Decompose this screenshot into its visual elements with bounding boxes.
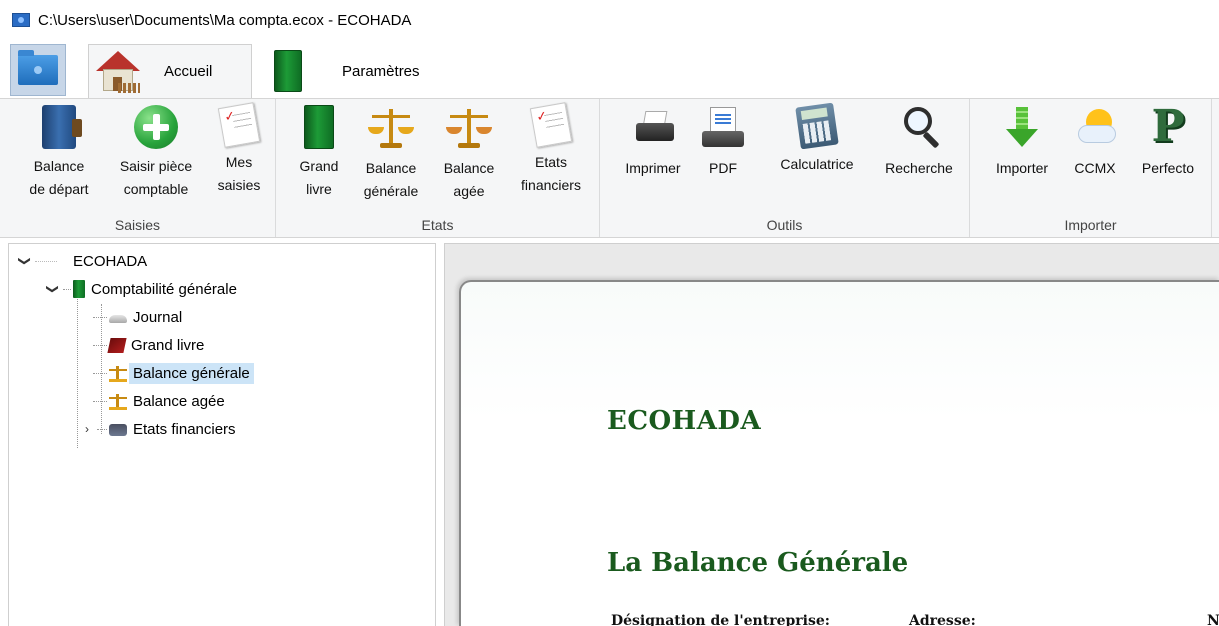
ledger-icon <box>42 105 82 149</box>
group-label-saisies: Saisies <box>114 217 161 233</box>
tree-node-comptabilite[interactable]: ❯ Comptabilité générale <box>46 276 237 302</box>
tree-item-etats-financiers-label: Etats financiers <box>133 420 236 438</box>
tree-item-journal[interactable]: Journal <box>93 304 182 330</box>
chevron-right-icon[interactable]: › <box>81 422 93 436</box>
document-field-cut: N <box>1207 613 1219 626</box>
app-icon <box>12 13 30 27</box>
perfecto-button[interactable]: P Perfecto <box>1128 105 1208 180</box>
printer-icon <box>632 105 674 151</box>
tree-root-label: ECOHADA <box>73 252 148 270</box>
tree-item-balance-agee[interactable]: Balance agée <box>93 388 225 414</box>
document-field-designation: Désignation de l'entreprise: <box>611 613 830 626</box>
scale-icon <box>446 105 492 151</box>
ribbon: Balance de départ Saisir pièce comptable… <box>0 98 1219 238</box>
tab-parametres-label: Paramètres <box>342 62 420 80</box>
tree-root-ecohada[interactable]: ❯ ECOHADA <box>18 248 148 274</box>
magnifier-icon <box>898 105 940 151</box>
chevron-down-icon[interactable]: ❯ <box>46 283 60 295</box>
balance-generale-label: Balance générale <box>363 160 419 199</box>
tab-accueil-label: Accueil <box>164 63 213 80</box>
checklist-icon <box>529 102 573 148</box>
scale-icon <box>368 105 414 151</box>
sun-cloud-icon <box>1074 105 1116 151</box>
calculatrice-label: Calculatrice <box>780 156 854 172</box>
ccmx-button[interactable]: CCMX <box>1064 105 1126 180</box>
calculator-icon <box>795 102 839 150</box>
tab-accueil[interactable]: Accueil <box>88 44 252 98</box>
balance-generale-button[interactable]: Balance générale <box>350 105 432 203</box>
etats-financiers-label: Etats financiers <box>521 154 581 193</box>
tree-item-journal-label: Journal <box>133 308 183 326</box>
grand-livre-label: Grand livre <box>299 158 339 197</box>
tree-item-balance-generale-label: Balance générale <box>129 362 254 384</box>
recherche-button[interactable]: Recherche <box>872 105 966 180</box>
pdf-button[interactable]: PDF <box>700 105 746 180</box>
balance-agee-label: Balance agée <box>443 160 495 199</box>
mes-saisies-button[interactable]: Mes saisies <box>208 102 270 197</box>
green-book-icon <box>274 50 302 92</box>
ribbon-tabs: Accueil Paramètres <box>0 40 1219 98</box>
navigation-tree: ❯ ECOHADA ❯ Comptabilité générale Journa… <box>8 243 436 626</box>
ccmx-label: CCMX <box>1074 160 1116 176</box>
file-menu-button[interactable] <box>10 44 66 96</box>
tree-item-balance-generale[interactable]: Balance générale <box>93 360 254 386</box>
tree-item-etats-financiers[interactable]: › Etats financiers <box>81 416 236 442</box>
checklist-icon <box>217 102 261 148</box>
house-icon <box>94 49 142 95</box>
red-book-icon <box>107 337 127 353</box>
title-bar: C:\Users\user\Documents\Ma compta.ecox -… <box>0 0 1219 40</box>
folder-icon <box>18 50 58 85</box>
perfecto-p-icon: P <box>1151 101 1185 152</box>
chevron-down-icon[interactable]: ❯ <box>18 255 32 267</box>
document-field-address: Adresse: <box>909 613 976 626</box>
saisir-piece-button[interactable]: Saisir pièce comptable <box>104 105 208 201</box>
statements-icon <box>109 424 127 436</box>
group-importer: Importer CCMX P Perfecto Importer <box>970 99 1212 237</box>
tree-item-grand-livre[interactable]: Grand livre <box>93 332 204 358</box>
pdf-label: PDF <box>709 160 737 176</box>
download-arrow-icon <box>1001 105 1043 151</box>
balance-depart-label: Balance de départ <box>29 158 89 197</box>
scale-icon <box>109 365 127 382</box>
tab-parametres[interactable]: Paramètres <box>262 44 462 98</box>
document-page: ECOHADA La Balance Générale Désignation … <box>459 280 1219 626</box>
saisir-piece-label: Saisir pièce comptable <box>119 158 193 197</box>
document-title: La Balance Générale <box>607 548 909 578</box>
group-outils: Imprimer PDF Calculatrice Recherche Outi… <box>600 99 970 237</box>
perfecto-label: Perfecto <box>1141 160 1195 176</box>
group-label-importer: Importer <box>1064 217 1117 233</box>
green-book-icon <box>73 280 85 298</box>
green-book-icon <box>304 105 334 149</box>
balance-agee-button[interactable]: Balance agée <box>430 105 508 203</box>
tree-item-grand-livre-label: Grand livre <box>131 336 205 354</box>
document-preview-area[interactable]: ECOHADA La Balance Générale Désignation … <box>444 243 1219 626</box>
etats-financiers-button[interactable]: Etats financiers <box>508 102 594 197</box>
mes-saisies-label: Mes saisies <box>217 154 261 193</box>
tree-node-comptabilite-label: Comptabilité générale <box>91 280 237 298</box>
window-title: C:\Users\user\Documents\Ma compta.ecox -… <box>38 11 412 29</box>
importer-label: Importer <box>995 160 1049 176</box>
pdf-printer-icon <box>702 105 744 151</box>
recherche-label: Recherche <box>885 160 953 176</box>
calculatrice-button[interactable]: Calculatrice <box>764 102 870 176</box>
group-label-etats: Etats <box>421 217 454 233</box>
journal-icon <box>109 315 127 323</box>
imprimer-label: Imprimer <box>625 160 681 176</box>
group-etats: Grand livre Balance générale Balance agé… <box>276 99 600 237</box>
importer-button[interactable]: Importer <box>982 105 1062 180</box>
imprimer-button[interactable]: Imprimer <box>610 105 696 180</box>
balance-depart-button[interactable]: Balance de départ <box>14 105 104 201</box>
scale-icon <box>109 393 127 410</box>
grand-livre-button[interactable]: Grand livre <box>284 105 354 201</box>
tree-item-balance-agee-label: Balance agée <box>133 392 225 410</box>
document-company: ECOHADA <box>607 406 762 436</box>
group-saisies: Balance de départ Saisir pièce comptable… <box>0 99 276 237</box>
plus-circle-icon <box>134 105 178 149</box>
group-label-outils: Outils <box>766 217 803 233</box>
